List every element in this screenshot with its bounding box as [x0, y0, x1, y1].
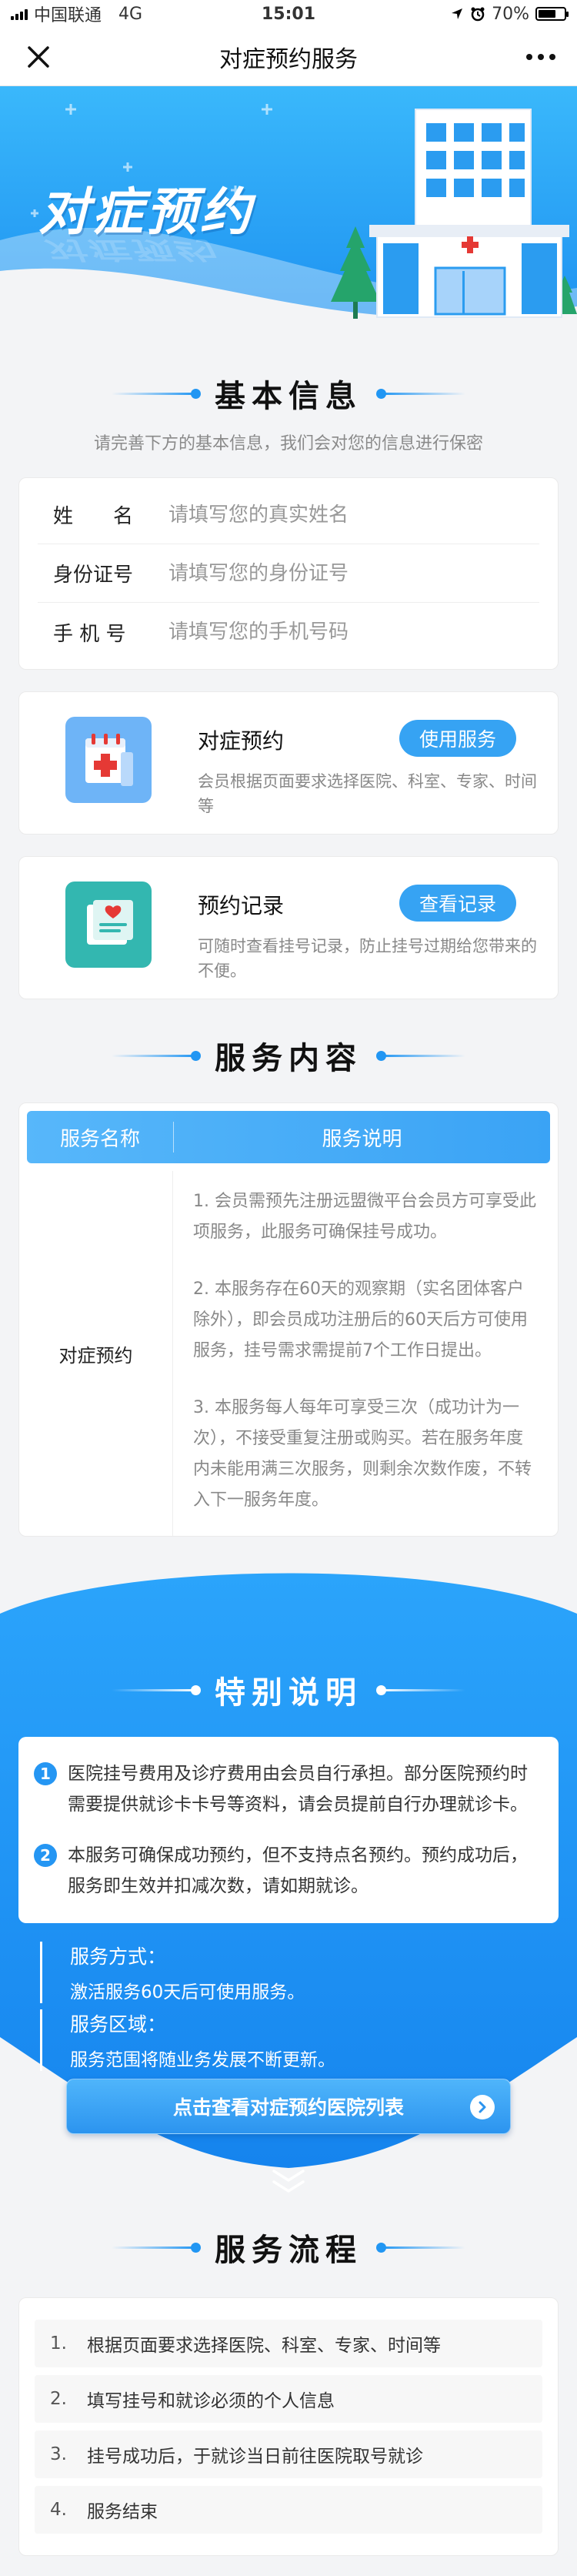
battery-fill [539, 10, 556, 18]
hero-title-reflection: 对症预约 [43, 236, 216, 264]
use-service-button[interactable]: 使用服务 [399, 720, 516, 757]
name-row: 姓 名 [38, 486, 539, 544]
notice-item: 2 本服务可确保成功预约，但不支持点名预约。预约成功后，服务即生效并扣减次数，请… [34, 1840, 542, 1902]
page-title: 对症预约服务 [219, 45, 358, 73]
flow-step-text: 填写挂号和就诊必须的个人信息 [87, 2391, 335, 2411]
alarm-icon [471, 7, 485, 22]
service-desc-appointment: 会员根据页面要求选择医院、科室、专家、时间等 [198, 772, 537, 815]
header-line-right [376, 2242, 465, 2253]
notice-number: 1 [34, 1762, 57, 1785]
header-line-left [112, 2242, 201, 2253]
service-flow-header: 服务流程 [0, 2225, 577, 2270]
hospital-building-icon [331, 109, 577, 319]
header-line-left [112, 1684, 201, 1695]
service-card-appointment: 对症预约 会员根据页面要求选择医院、科室、专家、时间等 使用服务 [18, 691, 559, 835]
hero-title: 对症预约 [38, 182, 254, 242]
status-bar: 中国联通 4G 15:01 70% [0, 0, 577, 28]
phone-input[interactable] [168, 621, 539, 644]
flow-step-number: 3. [50, 2444, 67, 2464]
desc-item-3: 3. 本服务每人每年可享受三次（成功计为一次），不接受重复注册或购买。若在服务年… [193, 1398, 532, 1510]
status-left: 中国联通 4G [11, 2, 142, 26]
close-icon[interactable] [23, 42, 54, 72]
service-method-text: 激活服务60天后可使用服务。 [70, 1982, 305, 2002]
service-area-block: 服务区域： 服务范围将随业务发展不断更新。 [40, 2009, 559, 2071]
flow-step-text: 服务结束 [87, 2502, 158, 2522]
header-line-left [112, 388, 201, 399]
header-line-right [376, 1684, 465, 1695]
status-right: 70% [450, 4, 569, 24]
table-header-desc: 服务说明 [322, 1127, 402, 1151]
service-flow-list: 1. 根据页面要求选择医院、科室、专家、时间等 2. 填写挂号和就诊必须的个人信… [18, 2297, 559, 2556]
notice-item: 1 医院挂号费用及诊疗费用由会员自行承担。部分医院预约时需要提供就诊卡卡号等资料… [34, 1758, 542, 1820]
desc-item-1: 1. 会员需预先注册远盟微平台会员方可享受此项服务，此服务可确保挂号成功。 [193, 1192, 536, 1242]
special-notes-header: 特别说明 [0, 1668, 577, 1712]
header-line-right [376, 1050, 465, 1061]
service-content-table: 服务名称 服务说明 对症预约 1. 会员需预先注册远盟微平台会员方可享受此项服务… [18, 1102, 559, 1537]
header-line-right [376, 388, 465, 399]
flow-step: 4. 服务结束 [35, 2486, 542, 2534]
carrier-label: 中国联通 [34, 6, 102, 25]
special-notes-title: 特别说明 [215, 1675, 362, 1711]
notice-number: 2 [34, 1844, 57, 1867]
records-icon-graphic [87, 900, 133, 945]
basic-info-title: 基本信息 [215, 379, 362, 414]
name-label: 姓 名 [53, 505, 134, 528]
table-header: 服务名称 服务说明 [27, 1111, 550, 1163]
special-notes-section: 特别说明 1 医院挂号费用及诊疗费用由会员自行承担。部分医院预约时需要提供就诊卡… [0, 1560, 577, 2193]
more-icon[interactable] [526, 54, 555, 60]
table-row: 对症预约 1. 会员需预先注册远盟微平台会员方可享受此项服务，此服务可确保挂号成… [19, 1171, 558, 1536]
id-number-label: 身份证号 [53, 564, 134, 587]
hospital-list-label: 点击查看对症预约医院列表 [172, 2096, 404, 2119]
hospital-list-button[interactable]: 点击查看对症预约医院列表 [66, 2079, 511, 2134]
basic-info-form: 姓 名 身份证号 手 机 号 [18, 477, 559, 670]
service-content-header: 服务内容 [0, 1033, 577, 1078]
service-method-title: 服务方式： [70, 1945, 167, 1968]
battery-percent: 70% [492, 4, 529, 24]
flow-step: 2. 填写挂号和就诊必须的个人信息 [35, 2375, 542, 2423]
table-row-desc: 1. 会员需预先注册远盟微平台会员方可享受此项服务，此服务可确保挂号成功。 2.… [173, 1171, 558, 1536]
phone-label: 手 机 号 [53, 622, 126, 646]
service-card-records: 预约记录 可随时查看挂号记录，防止挂号过期给您带来的不便。 查看记录 [18, 856, 559, 999]
header-line-left [112, 1050, 201, 1061]
nav-bar: 对症预约服务 [0, 28, 577, 86]
calendar-icon-graphic [85, 734, 133, 786]
notice-card: 1 医院挂号费用及诊疗费用由会员自行承担。部分医院预约时需要提供就诊卡卡号等资料… [18, 1737, 559, 1923]
flow-step-text: 根据页面要求选择医院、科室、专家、时间等 [87, 2336, 441, 2356]
flow-step: 3. 挂号成功后，于就诊当日前往医院取号就诊 [35, 2430, 542, 2478]
table-row-name: 对症预约 [19, 1171, 173, 1536]
service-content-title: 服务内容 [215, 1041, 362, 1076]
service-area-title: 服务区域： [70, 2013, 167, 2036]
phone-row: 手 机 号 [38, 603, 539, 661]
id-number-input[interactable] [168, 561, 539, 585]
network-label: 4G [118, 4, 143, 24]
desc-item-2: 2. 本服务存在60天的观察期（实名团体客户除外），即会员成功注册后的60天后方… [193, 1280, 528, 1360]
flow-step-number: 1. [50, 2333, 67, 2354]
chevron-down-icon [272, 2170, 305, 2193]
basic-info-subtitle: 请完善下方的基本信息，我们会对您的信息进行保密 [93, 434, 483, 453]
flow-step-text: 挂号成功后，于就诊当日前往医院取号就诊 [87, 2447, 423, 2467]
table-header-name: 服务名称 [59, 1127, 140, 1151]
calendar-medical-icon [65, 717, 152, 803]
flow-step-number: 2. [50, 2389, 67, 2409]
view-records-button[interactable]: 查看记录 [399, 885, 516, 922]
service-area-text: 服务范围将随业务发展不断更新。 [70, 2050, 335, 2070]
name-input[interactable] [168, 503, 539, 527]
location-icon [452, 8, 463, 19]
flow-step-number: 4. [50, 2500, 67, 2520]
signal-icon [11, 8, 28, 20]
records-icon [65, 882, 152, 968]
service-flow-title: 服务流程 [215, 2233, 362, 2268]
battery-icon [535, 7, 569, 21]
service-desc-records: 可随时查看挂号记录，防止挂号过期给您带来的不便。 [198, 937, 537, 980]
chevron-right-icon [470, 2095, 495, 2119]
notice-text: 医院挂号费用及诊疗费用由会员自行承担。部分医院预约时需要提供就诊卡卡号等资料，请… [68, 1764, 528, 1815]
id-number-row: 身份证号 [38, 544, 539, 603]
basic-info-header: 基本信息 [0, 371, 577, 416]
notice-text: 本服务可确保成功预约，但不支持点名预约。预约成功后，服务即生效并扣减次数，请如期… [68, 1845, 528, 1896]
flow-step: 1. 根据页面要求选择医院、科室、专家、时间等 [35, 2320, 542, 2367]
hero-banner: 对症预约 对症预约 [0, 86, 577, 340]
service-method-block: 服务方式： 激活服务60天后可使用服务。 [40, 1942, 559, 2003]
